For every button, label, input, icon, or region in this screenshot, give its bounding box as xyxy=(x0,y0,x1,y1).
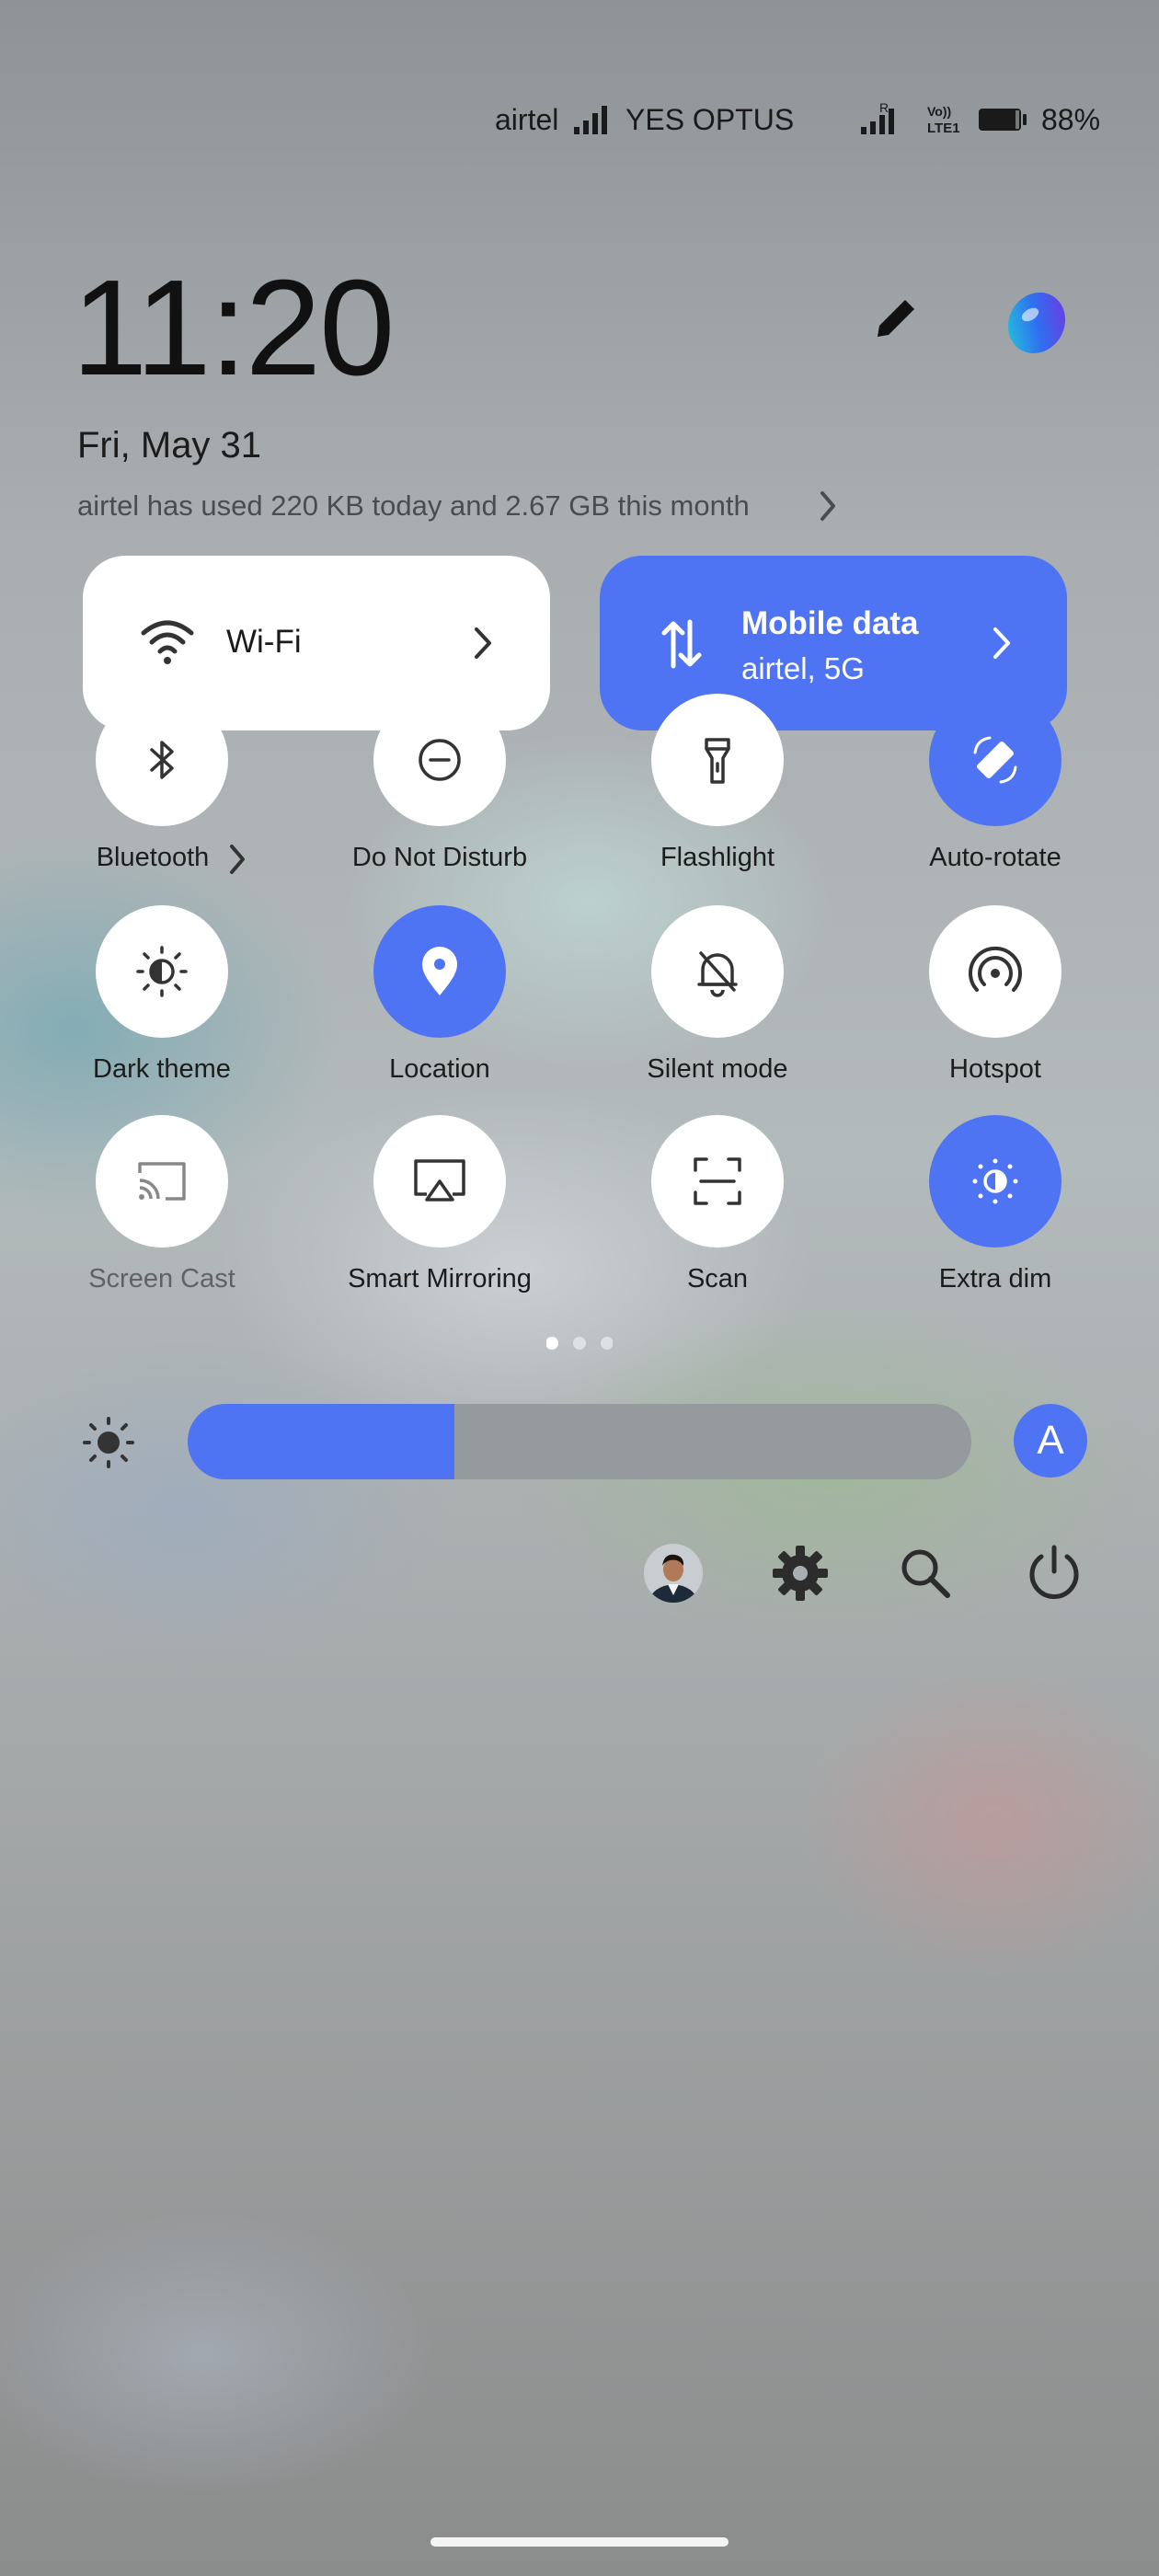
silent-mode-toggle[interactable] xyxy=(651,905,784,1038)
volte-icon: Vo)) LTE1 xyxy=(927,104,960,134)
avatar-image xyxy=(644,1544,703,1603)
dark-theme-icon xyxy=(136,946,188,997)
auto-rotate-label: Auto-rotate xyxy=(929,843,1061,872)
flashlight-label: Flashlight xyxy=(660,843,775,872)
tile-hotspot[interactable]: Hotspot xyxy=(876,905,1115,1085)
location-icon xyxy=(422,947,457,995)
location-toggle[interactable] xyxy=(373,905,506,1038)
tile-silent-mode[interactable]: Silent mode xyxy=(598,905,837,1085)
auto-brightness-button[interactable]: A xyxy=(1014,1404,1087,1478)
tile-auto-rotate[interactable]: Auto-rotate xyxy=(876,694,1115,873)
tile-extra-dim[interactable]: Extra dim xyxy=(876,1115,1115,1294)
settings-button[interactable] xyxy=(769,1542,832,1604)
bluetooth-chevron-icon[interactable] xyxy=(226,841,248,878)
screen-cast-icon xyxy=(138,1162,186,1201)
battery-percent: 88% xyxy=(1041,103,1101,136)
page-dot xyxy=(573,1337,586,1350)
wifi-icon xyxy=(141,620,194,664)
search-icon xyxy=(901,1549,950,1598)
tile-flashlight[interactable]: Flashlight xyxy=(598,694,837,873)
date: Fri, May 31 xyxy=(77,425,262,466)
pencil-icon xyxy=(878,300,914,337)
status-bar: airtel YES OPTUS R Vo)) LTE1 88% xyxy=(0,99,1159,140)
silent-mode-label: Silent mode xyxy=(647,1054,788,1084)
wifi-chevron-icon[interactable] xyxy=(469,624,497,662)
brightness-slider[interactable] xyxy=(188,1404,971,1479)
scan-icon xyxy=(694,1157,741,1205)
mobile-data-chevron-icon[interactable] xyxy=(988,624,1016,662)
signal-icon xyxy=(574,106,607,134)
hotspot-label: Hotspot xyxy=(949,1054,1041,1084)
location-label: Location xyxy=(389,1054,490,1084)
data-usage-text[interactable]: airtel has used 220 KB today and 2.67 GB… xyxy=(77,489,750,523)
brightness-icon xyxy=(83,1417,134,1468)
extra-dim-icon xyxy=(972,1158,1018,1204)
page-dot-active xyxy=(546,1337,558,1350)
tile-dark-theme[interactable]: Dark theme xyxy=(42,905,281,1085)
home-indicator[interactable] xyxy=(430,2537,729,2547)
flashlight-icon xyxy=(705,738,730,784)
gear-icon xyxy=(773,1546,828,1601)
svg-text:LTE1: LTE1 xyxy=(927,121,960,134)
chevron-right-icon[interactable] xyxy=(815,488,841,524)
tile-smart-mirroring[interactable]: Smart Mirroring xyxy=(320,1115,559,1294)
dark-theme-toggle[interactable] xyxy=(96,905,228,1038)
svg-text:Vo)): Vo)) xyxy=(927,104,951,119)
mobile-data-label: Mobile data xyxy=(741,605,919,641)
tile-do-not-disturb[interactable]: Do Not Disturb xyxy=(320,694,559,873)
carrier-2: YES OPTUS xyxy=(625,103,795,136)
screen-cast-label: Screen Cast xyxy=(88,1264,235,1294)
tile-location[interactable]: Location xyxy=(320,905,559,1085)
silent-mode-icon xyxy=(697,951,738,997)
flashlight-toggle[interactable] xyxy=(651,694,784,826)
extra-dim-label: Extra dim xyxy=(938,1264,1052,1294)
edit-button[interactable] xyxy=(868,291,924,346)
clock: 11:20 xyxy=(72,252,395,404)
auto-rotate-toggle[interactable] xyxy=(929,694,1061,826)
smart-mirroring-label: Smart Mirroring xyxy=(348,1264,532,1294)
do-not-disturb-toggle[interactable] xyxy=(373,694,506,826)
screen-cast-toggle[interactable] xyxy=(96,1115,228,1248)
mobile-data-icon xyxy=(661,619,702,669)
mobile-data-carrier: airtel, 5G xyxy=(741,651,865,685)
extra-dim-toggle[interactable] xyxy=(929,1115,1061,1248)
brightness-slider-fill xyxy=(188,1404,454,1479)
tile-screen-cast[interactable]: Screen Cast xyxy=(42,1115,281,1294)
app-logo[interactable] xyxy=(1003,289,1071,357)
smart-mirroring-toggle[interactable] xyxy=(373,1115,506,1248)
do-not-disturb-label: Do Not Disturb xyxy=(351,843,528,872)
scan-label: Scan xyxy=(686,1264,749,1294)
smart-mirroring-icon xyxy=(414,1159,465,1202)
tile-scan[interactable]: Scan xyxy=(598,1115,837,1294)
do-not-disturb-icon xyxy=(419,739,461,781)
roaming-signal-icon: R xyxy=(861,101,894,134)
app-logo-icon xyxy=(1007,292,1066,354)
battery-icon xyxy=(979,109,1027,131)
user-avatar[interactable] xyxy=(642,1542,705,1604)
bluetooth-toggle[interactable] xyxy=(96,694,228,826)
wifi-label: Wi-Fi xyxy=(226,624,302,660)
hotspot-toggle[interactable] xyxy=(929,905,1061,1038)
page-indicator xyxy=(546,1337,613,1350)
carrier-1: airtel xyxy=(495,103,559,136)
auto-rotate-icon xyxy=(973,736,1017,784)
power-button[interactable] xyxy=(1023,1542,1085,1604)
power-icon xyxy=(1029,1545,1079,1599)
search-button[interactable] xyxy=(894,1542,957,1604)
page-dot xyxy=(601,1337,613,1350)
hotspot-icon xyxy=(969,946,1022,992)
svg-text:R: R xyxy=(879,101,889,115)
dark-theme-label: Dark theme xyxy=(93,1054,231,1084)
bluetooth-icon xyxy=(150,741,174,779)
tile-bluetooth[interactable]: Bluetooth xyxy=(42,694,281,874)
scan-toggle[interactable] xyxy=(651,1115,784,1248)
